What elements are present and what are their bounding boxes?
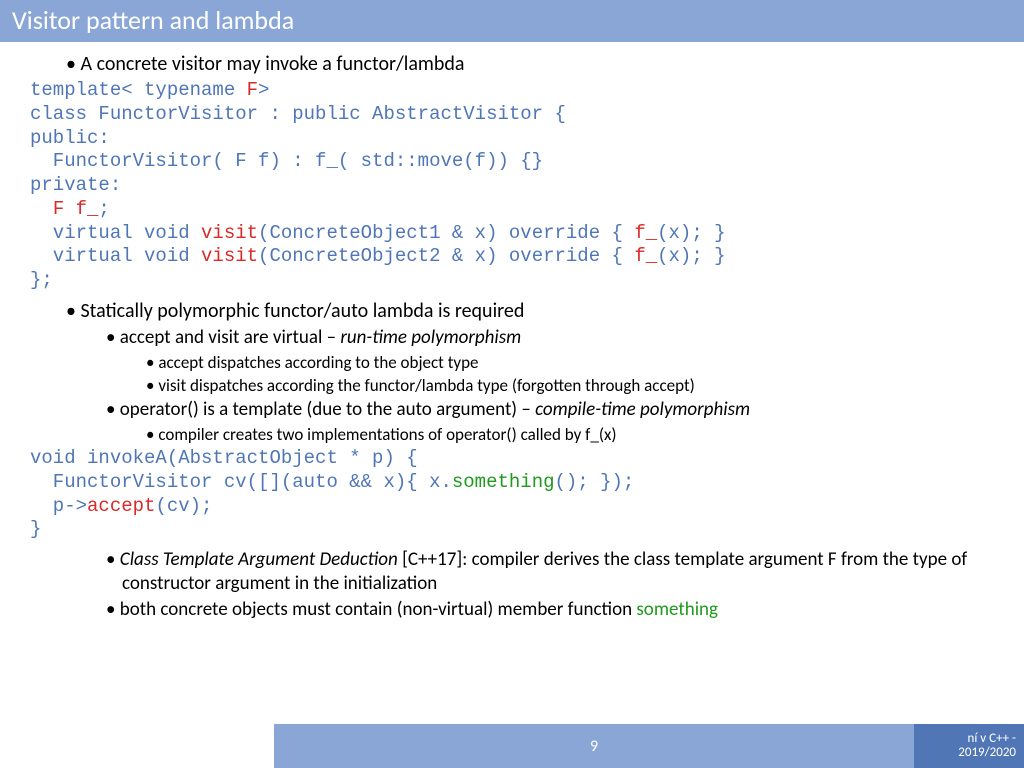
bullet-level2: Class Template Argument Deduction [C++17…: [122, 548, 994, 596]
slide-content: A concrete visitor may invoke a functor/…: [0, 42, 1024, 768]
bullet-level3: compiler creates two implementations of …: [162, 424, 994, 445]
bullet-level2: both concrete objects must contain (non-…: [122, 598, 994, 622]
bullet-level2: operator() is a template (due to the aut…: [122, 398, 994, 422]
bullet-level1: A concrete visitor may invoke a functor/…: [82, 52, 994, 77]
bullet-level2: accept and visit are virtual – run-time …: [122, 326, 994, 350]
bullet-level3: visit dispatches according the functor/l…: [162, 375, 994, 396]
page-number: 9: [274, 724, 914, 768]
slide-title: Visitor pattern and lambda: [0, 0, 1024, 42]
slide: Visitor pattern and lambda A concrete vi…: [0, 0, 1024, 768]
bullet-level3: accept dispatches according to the objec…: [162, 352, 994, 373]
footer: 9 ní v C++ - 2019/2020: [0, 724, 1024, 768]
code-block-2: void invokeA(AbstractObject * p) { Funct…: [30, 447, 994, 542]
course-label: ní v C++ - 2019/2020: [914, 724, 1024, 768]
footer-spacer: [0, 724, 274, 768]
code-block-1: template< typename F> class FunctorVisit…: [30, 79, 994, 293]
bullet-level1: Statically polymorphic functor/auto lamb…: [82, 299, 994, 324]
